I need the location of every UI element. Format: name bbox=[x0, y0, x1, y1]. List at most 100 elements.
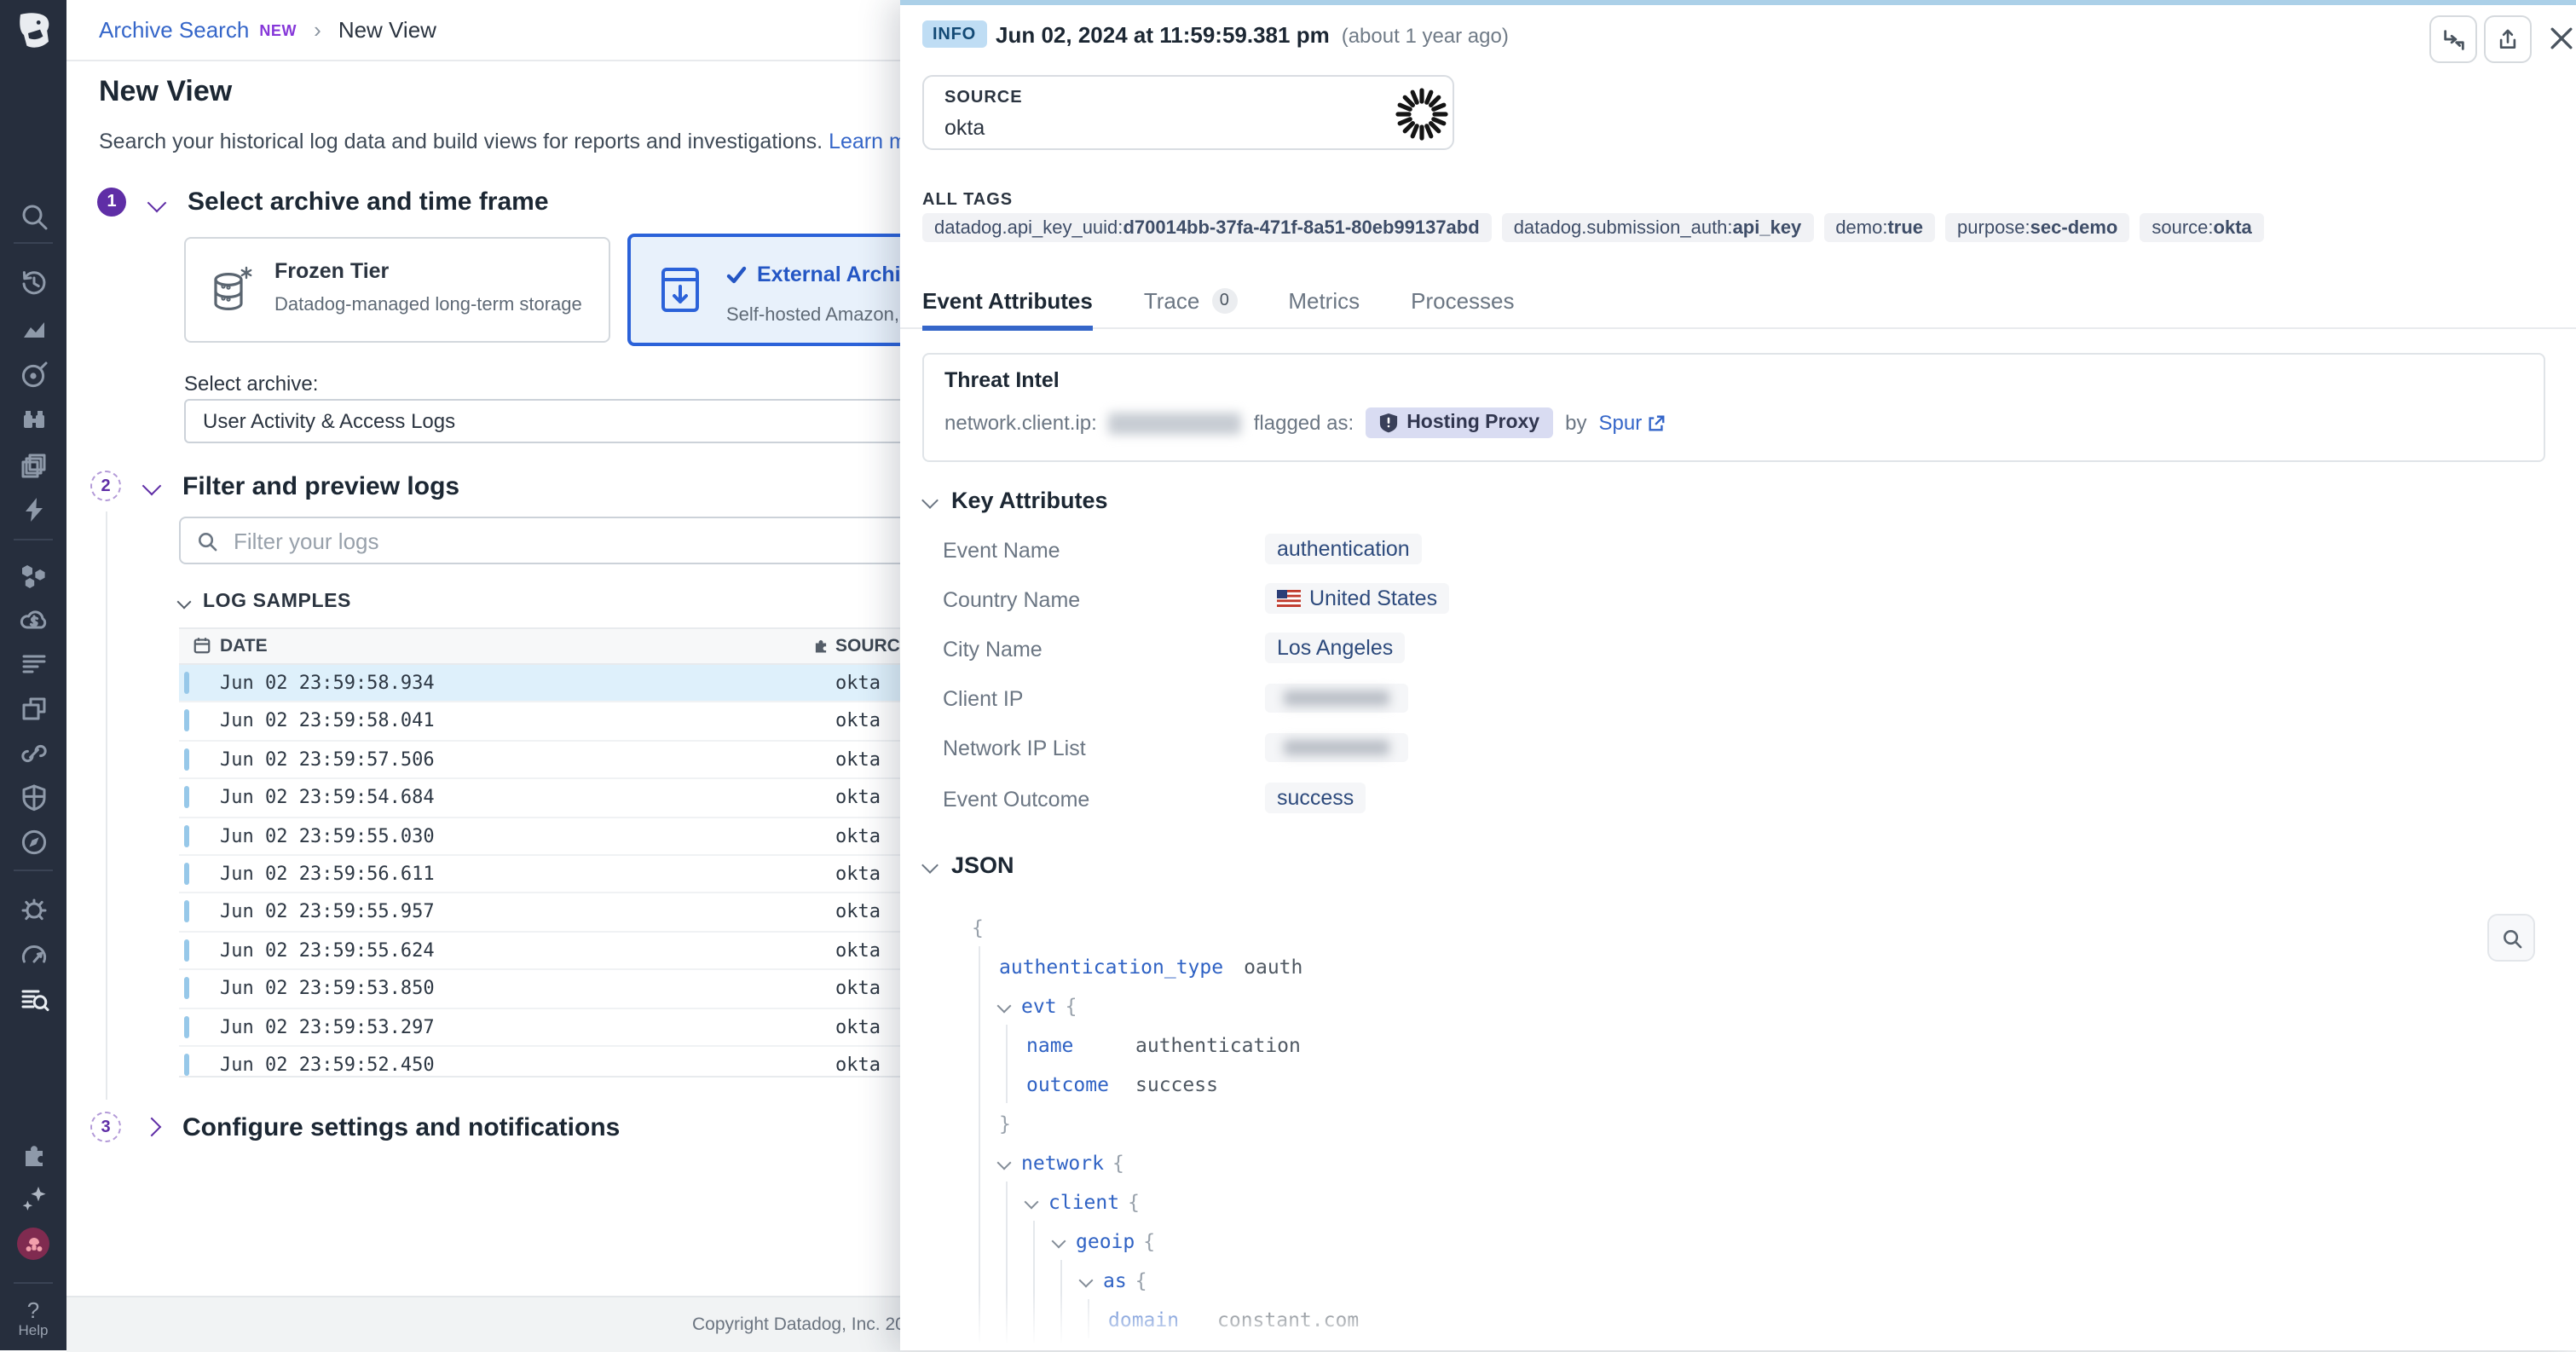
source-box: SOURCE okta bbox=[922, 75, 1454, 150]
json-section-header[interactable]: JSON bbox=[924, 852, 1014, 878]
hexagons-icon[interactable] bbox=[0, 556, 66, 593]
us-flag-icon bbox=[1277, 590, 1301, 607]
tag-key: source: bbox=[2151, 217, 2213, 238]
attr-value[interactable]: Los Angeles bbox=[1265, 633, 1405, 663]
share-button[interactable] bbox=[2484, 15, 2532, 63]
link-icon[interactable] bbox=[0, 735, 66, 772]
key-attributes-header[interactable]: Key Attributes bbox=[924, 488, 1108, 513]
status-badge: INFO bbox=[922, 20, 986, 48]
search-icon[interactable] bbox=[0, 198, 66, 235]
log-date: Jun 02 23:59:54.684 bbox=[220, 786, 435, 808]
tab-metrics[interactable]: Metrics bbox=[1288, 272, 1360, 328]
tags-row: datadog.api_key_uuid:d70014bb-37fa-471f-… bbox=[922, 213, 2264, 242]
frozen-tier-card[interactable]: Frozen Tier Datadog-managed long-term st… bbox=[184, 237, 610, 343]
severity-bar bbox=[184, 672, 189, 694]
history-icon[interactable] bbox=[0, 264, 66, 302]
page-subtitle-text: Search your historical log data and buil… bbox=[99, 130, 823, 153]
tag-pill[interactable]: source:okta bbox=[2140, 213, 2263, 242]
json-key[interactable]: name bbox=[1026, 1032, 1115, 1056]
chevron-down-icon[interactable] bbox=[997, 1155, 1012, 1170]
tag-pill[interactable]: purpose:sec-demo bbox=[1945, 213, 2129, 242]
json-key[interactable]: outcome bbox=[1026, 1072, 1115, 1095]
metrics-chart-icon[interactable] bbox=[0, 310, 66, 348]
log-date: Jun 02 23:59:53.850 bbox=[220, 977, 435, 999]
log-date: Jun 02 23:59:57.506 bbox=[220, 748, 435, 771]
tab-event-attributes[interactable]: Event Attributes bbox=[922, 272, 1093, 328]
frozen-tier-title: Frozen Tier bbox=[274, 259, 389, 283]
step-1-header[interactable]: 1 Select archive and time frame bbox=[97, 188, 549, 217]
json-tree[interactable]: {authentication_typeoauthevt{nameauthent… bbox=[972, 907, 2508, 1350]
step-2-title: Filter and preview logs bbox=[182, 471, 459, 500]
sparkles-icon[interactable] bbox=[0, 1180, 66, 1217]
threat-category-badge[interactable]: Hosting Proxy bbox=[1366, 407, 1553, 438]
target-icon[interactable] bbox=[0, 356, 66, 394]
severity-bar bbox=[184, 977, 189, 999]
bug-icon[interactable] bbox=[0, 890, 66, 927]
puzzle-icon[interactable] bbox=[0, 1135, 66, 1173]
chevron-down-icon[interactable] bbox=[1079, 1273, 1094, 1287]
compass-icon[interactable] bbox=[0, 823, 66, 861]
log-source: okta bbox=[835, 901, 881, 923]
tag-pill[interactable]: datadog.api_key_uuid:d70014bb-37fa-471f-… bbox=[922, 213, 1492, 242]
log-search-icon[interactable] bbox=[0, 980, 66, 1018]
archive-select-value: User Activity & Access Logs bbox=[203, 409, 455, 433]
view-in-context-button[interactable] bbox=[2429, 15, 2477, 63]
step-2-header[interactable]: 2 Filter and preview logs bbox=[90, 471, 459, 501]
close-icon[interactable] bbox=[2545, 22, 2576, 53]
frozen-tier-icon bbox=[210, 266, 254, 317]
json-key[interactable]: geoip bbox=[1076, 1228, 1135, 1252]
json-key[interactable]: authentication_type bbox=[999, 954, 1223, 978]
json-key[interactable]: domain bbox=[1108, 1307, 1197, 1331]
windows-icon[interactable] bbox=[0, 690, 66, 728]
new-badge: NEW bbox=[259, 21, 297, 38]
search-icon bbox=[196, 529, 218, 552]
severity-bar bbox=[184, 710, 189, 732]
log-source: okta bbox=[835, 824, 881, 846]
datadog-logo[interactable] bbox=[0, 9, 66, 53]
help-label[interactable]: Help bbox=[0, 1321, 66, 1338]
chevron-down-icon bbox=[142, 477, 162, 496]
step-1-title: Select archive and time frame bbox=[188, 188, 549, 217]
json-key[interactable]: network bbox=[1021, 1150, 1104, 1174]
cloud-cost-icon[interactable] bbox=[0, 602, 66, 639]
json-key[interactable]: evt bbox=[1021, 993, 1057, 1017]
tag-pill[interactable]: datadog.submission_auth:api_key bbox=[1502, 213, 1814, 242]
step-2-number: 2 bbox=[90, 471, 121, 501]
layers-icon[interactable] bbox=[0, 447, 66, 484]
step-guide-line bbox=[106, 511, 107, 1100]
attr-value[interactable]: United States bbox=[1265, 583, 1449, 614]
flagged-as-label: flagged as: bbox=[1254, 411, 1354, 435]
threat-intel-attribute: network.client.ip: bbox=[944, 411, 1097, 435]
breadcrumb-section-link[interactable]: Archive Search bbox=[99, 17, 249, 43]
by-label: by bbox=[1565, 411, 1586, 435]
calendar-icon bbox=[193, 636, 211, 655]
breadcrumb-current: New View bbox=[338, 17, 436, 43]
attr-value[interactable]: authentication bbox=[1265, 534, 1422, 564]
chevron-down-icon bbox=[177, 595, 192, 610]
column-header-date[interactable]: DATE bbox=[220, 636, 268, 656]
log-samples-header[interactable]: LOG SAMPLES bbox=[179, 592, 351, 612]
chevron-down-icon[interactable] bbox=[1052, 1234, 1066, 1248]
shield-icon[interactable] bbox=[0, 779, 66, 817]
chevron-down-icon[interactable] bbox=[997, 998, 1012, 1013]
threat-intel-card: Threat Intel network.client.ip: flagged … bbox=[922, 353, 2545, 462]
step-3-header[interactable]: 3 Configure settings and notifications bbox=[90, 1112, 620, 1142]
logs-icon[interactable] bbox=[0, 644, 66, 682]
chevron-down-icon[interactable] bbox=[1025, 1194, 1039, 1209]
avatar[interactable] bbox=[17, 1228, 49, 1260]
attr-value[interactable]: success bbox=[1265, 783, 1366, 813]
json-key[interactable]: as bbox=[1103, 1268, 1127, 1291]
tab-trace[interactable]: Trace0 bbox=[1144, 272, 1238, 328]
json-key[interactable]: client bbox=[1048, 1189, 1119, 1213]
chevron-right-icon bbox=[142, 1118, 162, 1137]
gauge-icon[interactable] bbox=[0, 936, 66, 974]
binoculars-icon[interactable] bbox=[0, 401, 66, 438]
frozen-tier-subtitle: Datadog-managed long-term storage bbox=[274, 295, 582, 315]
log-samples-title: LOG SAMPLES bbox=[203, 592, 351, 612]
step-1-number: 1 bbox=[97, 188, 126, 217]
tag-pill[interactable]: demo:true bbox=[1823, 213, 1935, 242]
log-date: Jun 02 23:59:55.957 bbox=[220, 901, 435, 923]
lightning-icon[interactable] bbox=[0, 491, 66, 529]
tab-processes[interactable]: Processes bbox=[1411, 272, 1514, 328]
spur-link[interactable]: Spur bbox=[1599, 411, 1666, 435]
